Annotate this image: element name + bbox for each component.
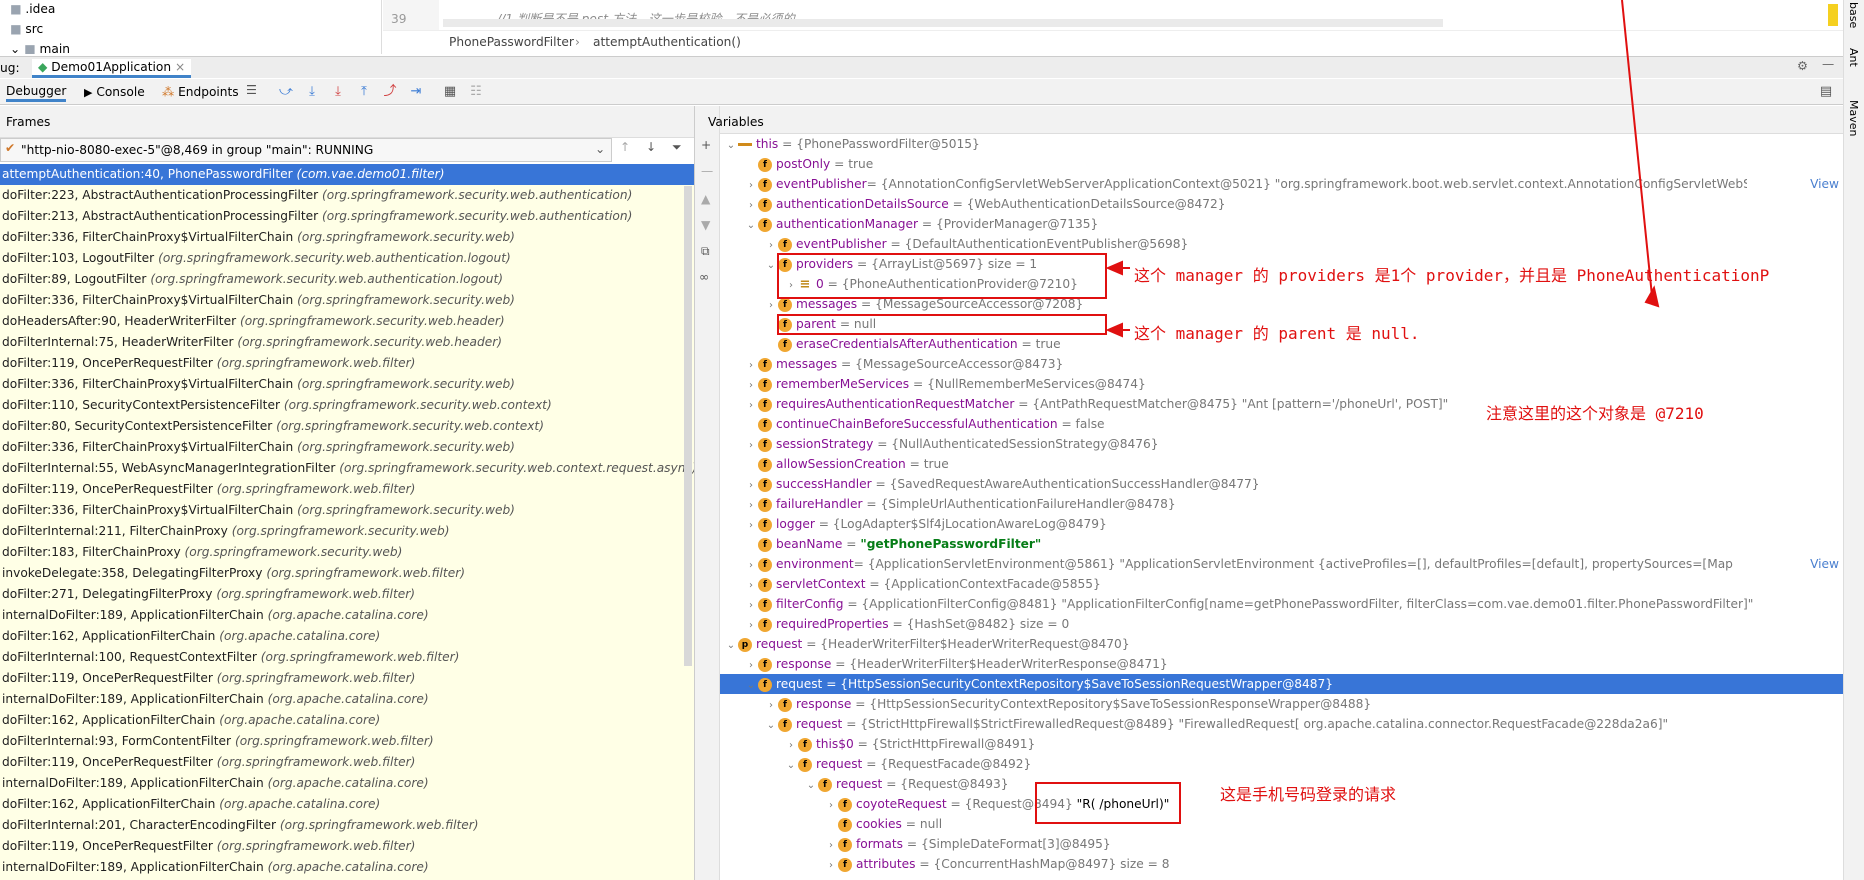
annotation-arrows [1105,0,1660,338]
arrowhead-parent [1105,322,1123,338]
arrow-object-id [1621,0,1653,297]
arrowhead-object-id [1644,285,1660,308]
arrowhead-providers [1105,260,1123,276]
